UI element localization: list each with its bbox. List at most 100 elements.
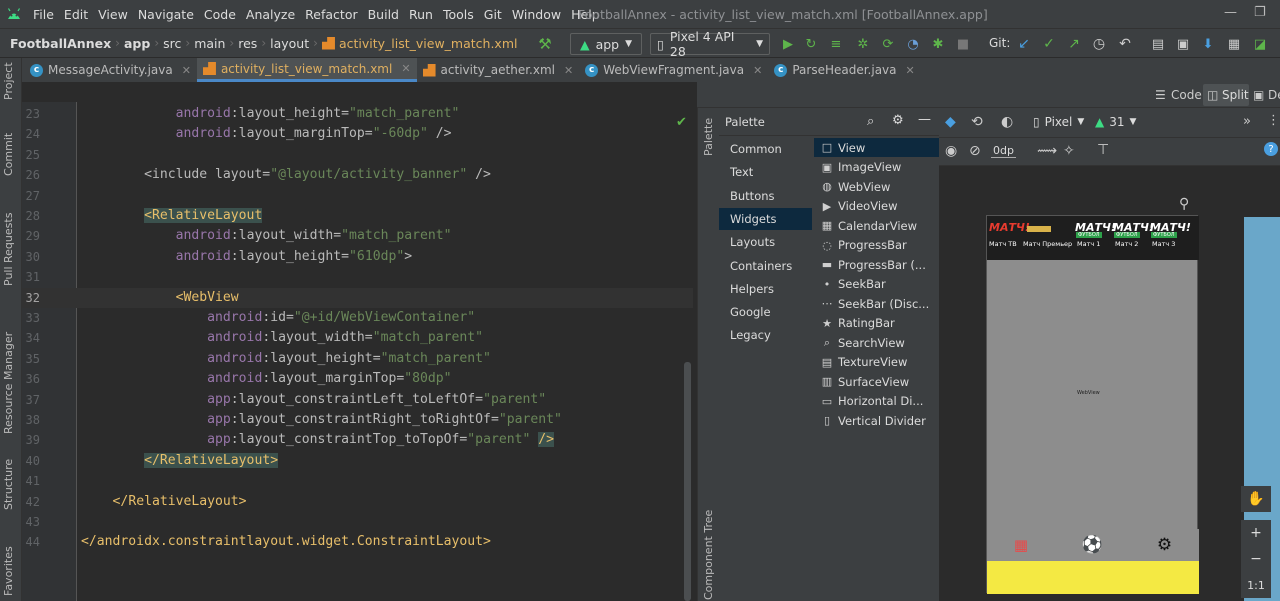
default-margin-field[interactable]: 0dp [991, 144, 1016, 158]
zoom-in-button[interactable]: + [1241, 520, 1271, 546]
tool-component-tree[interactable]: Component Tree [702, 510, 715, 600]
tool-resource-manager[interactable]: Resource Manager [2, 332, 15, 434]
breadcrumb-file[interactable]: activity_list_view_match.xml [335, 36, 522, 51]
layers-icon[interactable]: ◆ [945, 114, 956, 130]
tool-project[interactable]: Project [2, 62, 15, 100]
layout-inspector-icon[interactable]: ▦ [1226, 33, 1242, 55]
channel-label[interactable]: Матч Премьер [1023, 240, 1072, 248]
device-select[interactable]: ▯ Pixel 4 API 28 ▼ [650, 29, 770, 59]
palette-widget[interactable]: ▤ TextureView [814, 353, 939, 372]
channel-label[interactable]: Матч ТВ [989, 240, 1017, 248]
menu-navigate[interactable]: Navigate [133, 7, 199, 22]
palette-category[interactable]: Containers [719, 255, 812, 277]
menu-analyze[interactable]: Analyze [241, 7, 300, 22]
close-icon[interactable]: ✕ [401, 62, 410, 75]
breadcrumb-project[interactable]: FootballAnnex [0, 36, 115, 51]
view-mode-design[interactable]: De [1268, 88, 1280, 102]
help-icon[interactable]: ? [1264, 142, 1278, 156]
tool-structure[interactable]: Structure [2, 459, 15, 510]
pan-icon[interactable]: ✋ [1241, 486, 1271, 512]
assistant-icon[interactable]: ◪ [1252, 33, 1268, 55]
football-icon[interactable]: ⚽ [1082, 535, 1103, 555]
palette-widget[interactable]: ▶ VideoView [814, 197, 939, 216]
menu-code[interactable]: Code [199, 7, 241, 22]
palette-category[interactable]: Buttons [719, 185, 812, 207]
palette-category[interactable]: Legacy [719, 324, 812, 346]
channel-label[interactable]: Матч 2 [1115, 240, 1138, 248]
palette-widget[interactable]: ▯ Vertical Divider [814, 411, 939, 430]
breadcrumb-module[interactable]: app [120, 36, 154, 51]
hammer-icon[interactable]: ⚒ [536, 33, 554, 55]
minimize-panel-icon[interactable]: — [918, 112, 931, 127]
tool-commit[interactable]: Commit [2, 133, 15, 176]
palette-category[interactable]: Text [719, 161, 812, 183]
palette-category[interactable]: Google [719, 301, 812, 323]
attach-debugger-icon[interactable]: ✱ [930, 33, 946, 55]
minimize-button[interactable]: — [1224, 5, 1237, 20]
tool-pull-requests[interactable]: Pull Requests [2, 213, 15, 286]
palette-widget[interactable]: ◍ WebView [814, 177, 939, 196]
menu-file[interactable]: File [28, 7, 59, 22]
close-icon[interactable]: ✕ [564, 64, 573, 77]
preview-device-select[interactable]: ▯ Pixel ▼ [1033, 115, 1084, 129]
git-commit-icon[interactable]: ✓ [1041, 33, 1057, 55]
close-icon[interactable]: ✕ [906, 64, 915, 77]
view-mode-code[interactable]: Code [1171, 88, 1202, 102]
restore-button[interactable]: ❐ [1254, 5, 1266, 20]
history-icon[interactable]: ◷ [1091, 33, 1107, 55]
more-icon[interactable]: » [1243, 114, 1251, 129]
editor-scrollbar[interactable] [684, 362, 691, 601]
palette-widget[interactable]: ▬ ProgressBar (... [814, 255, 939, 274]
more-options-icon[interactable]: ⋮ [1267, 113, 1280, 128]
calendar-icon[interactable]: ▦ [1014, 536, 1028, 554]
orientation-icon[interactable]: ⟲ [971, 114, 983, 130]
menu-git[interactable]: Git [479, 7, 507, 22]
sdk-manager-icon[interactable]: ⬇ [1200, 33, 1216, 55]
apply-code-icon[interactable]: ≡ [828, 33, 844, 55]
tool-palette[interactable]: Palette [702, 118, 715, 156]
menu-run[interactable]: Run [404, 7, 438, 22]
night-mode-icon[interactable]: ◐ [1001, 114, 1013, 130]
tab-activity-list-view-match[interactable]: activity_list_view_match.xml ✕ [196, 58, 417, 82]
settings-icon[interactable]: ⚙ [1157, 535, 1172, 555]
channel-label[interactable]: Матч 3 [1152, 240, 1175, 248]
channel-label[interactable]: Матч 1 [1077, 240, 1100, 248]
git-update-icon[interactable]: ↙ [1016, 33, 1032, 55]
tab-activity-aether[interactable]: activity_aether.xml ✕ [417, 58, 580, 82]
search-icon[interactable]: ⌕ [867, 114, 874, 129]
palette-widget[interactable]: • SeekBar [814, 275, 939, 294]
palette-category[interactable]: Widgets [719, 207, 812, 230]
rollback-icon[interactable]: ↶ [1117, 33, 1133, 55]
tab-parse-header[interactable]: c ParseHeader.java ✕ [768, 58, 920, 82]
palette-category[interactable]: Helpers [719, 278, 812, 300]
apply-changes-icon[interactable]: ↻ [803, 33, 819, 55]
palette-widget[interactable]: ⌕ SearchView [814, 333, 939, 352]
api-level-select[interactable]: ▲ 31 ▼ [1095, 115, 1136, 129]
palette-widget[interactable]: ▭ Horizontal Di... [814, 392, 939, 411]
breadcrumb-main[interactable]: main [190, 36, 229, 51]
breadcrumb-src[interactable]: src [159, 36, 185, 51]
zoom-reset-button[interactable]: 1:1 [1241, 572, 1271, 598]
menu-tools[interactable]: Tools [438, 7, 479, 22]
profiler-icon[interactable]: ◔ [905, 33, 921, 55]
stop-icon[interactable]: ■ [956, 33, 970, 55]
autoconnect-icon[interactable]: ⊘ [969, 143, 981, 159]
view-mode-split-button[interactable]: ◫ Split [1203, 84, 1249, 106]
palette-widget[interactable]: ⋯ SeekBar (Disc... [814, 294, 939, 313]
breadcrumb-res[interactable]: res [234, 36, 261, 51]
run-icon[interactable]: ▶ [780, 33, 796, 55]
palette-category[interactable]: Layouts [719, 231, 812, 253]
menu-window[interactable]: Window [507, 7, 566, 22]
menu-edit[interactable]: Edit [59, 7, 93, 22]
menu-build[interactable]: Build [363, 7, 404, 22]
guidelines-icon[interactable]: ⊤ [1097, 142, 1109, 158]
zoom-out-button[interactable]: − [1241, 546, 1271, 572]
eye-icon[interactable]: ◉ [945, 143, 957, 159]
project-structure-icon[interactable]: ▤ [1150, 33, 1166, 55]
tab-message-activity[interactable]: c MessageActivity.java ✕ [22, 58, 197, 82]
gear-icon[interactable]: ⚙ [892, 113, 904, 128]
debug-icon[interactable]: ✲ [855, 33, 871, 55]
run-config-select[interactable]: ▲ app ▼ [570, 33, 642, 55]
device-manager-icon[interactable]: ▣ [1175, 33, 1191, 55]
palette-widget[interactable]: ◌ ProgressBar [814, 236, 939, 255]
